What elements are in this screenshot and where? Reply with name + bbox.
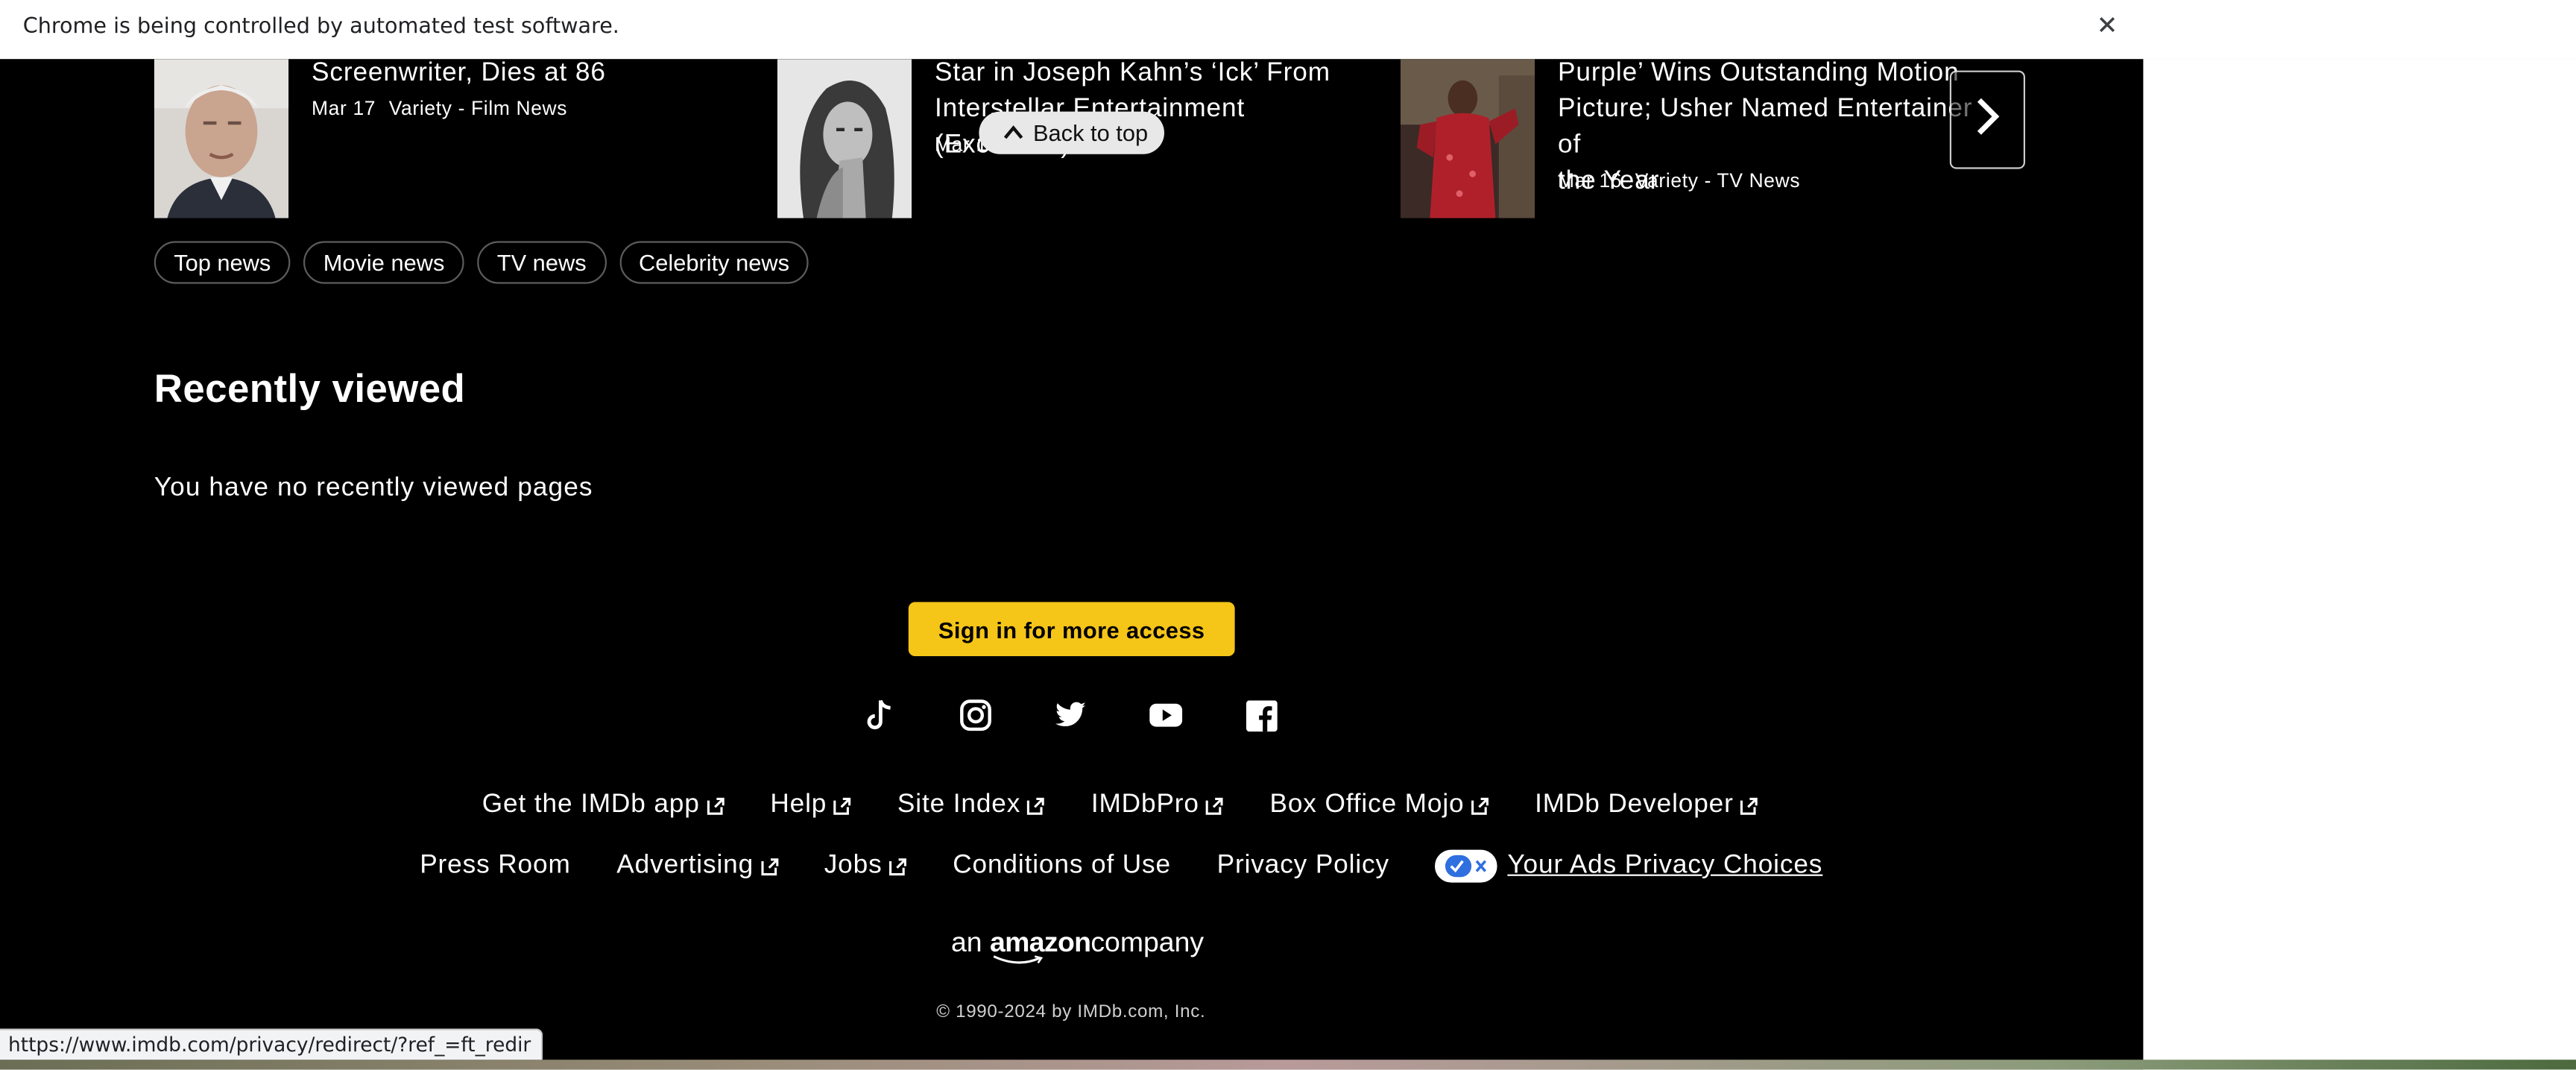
footer-link-help[interactable]: Help: [770, 790, 851, 820]
footer-link-advertising[interactable]: Advertising: [616, 850, 778, 883]
footer-links-row-2: Press Room Advertising Jobs Conditions o…: [420, 849, 1869, 883]
news-category-chips: Top news Movie news TV news Celebrity ne…: [154, 241, 809, 284]
footer-link-box-office-mojo[interactable]: Box Office Mojo: [1269, 790, 1489, 820]
automation-infobar: Chrome is being controlled by automated …: [0, 0, 2576, 61]
sign-in-button[interactable]: Sign in for more access: [908, 602, 1235, 656]
tiktok-icon[interactable]: [864, 699, 897, 731]
carousel-next-button[interactable]: [1949, 70, 2025, 169]
instagram-icon[interactable]: [959, 699, 992, 731]
footer-link-site-index[interactable]: Site Index: [897, 790, 1045, 820]
recently-viewed-heading: Recently viewed: [154, 367, 466, 412]
window-background: [2143, 59, 2576, 1060]
external-link-icon: [833, 796, 851, 814]
recently-viewed-empty-message: You have no recently viewed pages: [154, 473, 593, 503]
external-link-icon: [760, 857, 778, 875]
external-link-icon: [707, 796, 724, 814]
close-icon[interactable]: [2092, 10, 2122, 40]
footer-link-jobs[interactable]: Jobs: [824, 850, 907, 883]
back-to-top-button[interactable]: Back to top: [979, 111, 1164, 154]
desktop-background: [0, 1060, 2576, 1070]
chevron-up-icon: [1003, 125, 1023, 141]
news-date: Mar 16: [1558, 169, 1623, 192]
amazon-company-logo[interactable]: an amazoncompany: [951, 927, 1204, 964]
external-link-icon: [1027, 796, 1045, 814]
footer-link-imdbpro[interactable]: IMDbPro: [1091, 790, 1224, 820]
news-card[interactable]: Purple’ Wins Outstanding Motion Picture;…: [1400, 59, 1974, 218]
twitter-icon[interactable]: [1055, 699, 1087, 731]
privacy-toggle-icon: [1435, 849, 1498, 883]
news-thumbnail[interactable]: [777, 59, 912, 218]
footer-link-conditions-of-use[interactable]: Conditions of Use: [953, 850, 1171, 883]
chip-movie-news[interactable]: Movie news: [303, 241, 464, 284]
external-link-icon: [1471, 796, 1489, 814]
footer-link-imdb-developer[interactable]: IMDb Developer: [1535, 790, 1758, 820]
facebook-icon[interactable]: [1245, 699, 1278, 731]
footer-links-row-1: Get the IMDb app Help Site Index IMDbPro…: [482, 790, 1805, 820]
footer-link-privacy-policy[interactable]: Privacy Policy: [1217, 850, 1389, 883]
external-link-icon: [1206, 796, 1224, 814]
external-link-icon: [1740, 796, 1758, 814]
infobar-message: Chrome is being controlled by automated …: [22, 14, 619, 40]
news-meta: Mar 17 Variety - Film News: [312, 97, 567, 120]
status-url-bubble: https://www.imdb.com/privacy/redirect/?r…: [0, 1028, 543, 1060]
imdb-page: Screenwriter, Dies at 86 Mar 17 Variety -…: [0, 59, 2144, 1070]
news-source[interactable]: Variety - Film News: [389, 97, 567, 120]
back-to-top-label: Back to top: [1033, 119, 1149, 146]
footer-link-press-room[interactable]: Press Room: [420, 850, 570, 883]
news-card[interactable]: Screenwriter, Dies at 86 Mar 17 Variety -…: [154, 59, 745, 218]
chevron-right-icon: [1971, 95, 2004, 145]
chip-top-news[interactable]: Top news: [154, 241, 291, 284]
news-thumbnail[interactable]: [154, 59, 289, 218]
chip-celebrity-news[interactable]: Celebrity news: [619, 241, 809, 284]
external-link-icon: [889, 857, 906, 875]
footer-link-ads-privacy-choices[interactable]: Your Ads Privacy Choices: [1435, 849, 1823, 883]
news-date: Mar 17: [312, 96, 376, 120]
copyright-text: © 1990-2024 by IMDb.com, Inc.: [936, 1002, 1206, 1022]
news-title[interactable]: Screenwriter, Dies at 86: [312, 59, 606, 92]
youtube-icon[interactable]: [1149, 699, 1183, 731]
news-source[interactable]: Variety - TV News: [1635, 169, 1801, 192]
news-thumbnail[interactable]: [1400, 59, 1535, 218]
footer-link-imdb-app[interactable]: Get the IMDb app: [482, 790, 724, 820]
news-meta: Mar 16 Variety - TV News: [1558, 169, 1800, 192]
chip-tv-news[interactable]: TV news: [477, 241, 607, 284]
